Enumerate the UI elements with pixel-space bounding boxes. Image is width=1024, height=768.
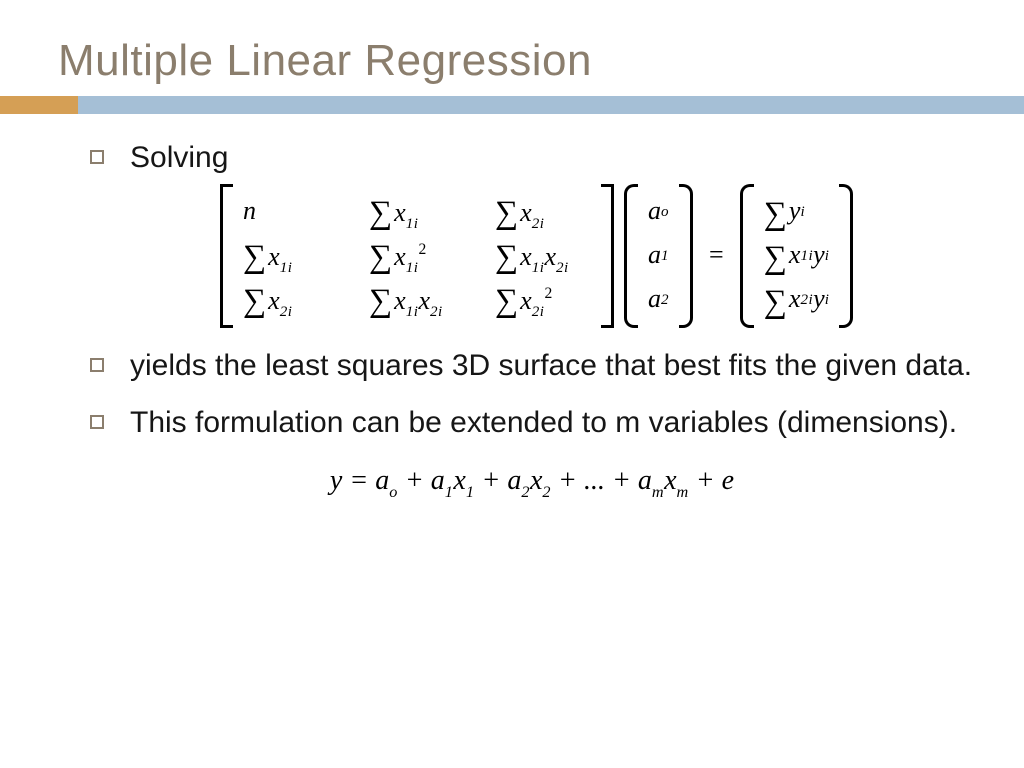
rule-accent-orange (0, 96, 78, 114)
right-curly-brace-icon (839, 184, 853, 328)
a1: a1 (648, 234, 669, 278)
equals-sign: = (709, 238, 724, 272)
A21: ∑x1i (243, 234, 339, 278)
bullet-text: yields the least squares 3D surface that… (130, 349, 972, 382)
b2: ∑x1iyi (764, 234, 830, 278)
A23: ∑x1ix2i (495, 234, 591, 278)
vector-a-content: ao a1 a2 (638, 184, 679, 328)
title-rule (0, 96, 1024, 114)
slide: Multiple Linear Regression Solving n ∑x1… (0, 0, 1024, 768)
right-square-bracket-icon (601, 184, 614, 328)
A33: ∑x2i2 (495, 278, 591, 322)
A12: ∑x1i (369, 190, 465, 234)
left-square-bracket-icon (220, 184, 233, 328)
bullet-text: Solving (130, 141, 228, 174)
A31: ∑x2i (243, 278, 339, 322)
A13: ∑x2i (495, 190, 591, 234)
normal-equations-formula: n ∑x1i ∑x2i ∑x1i ∑x1i2 ∑x1ix2i ∑x2i (220, 184, 974, 328)
bullet-list: Solving n ∑x1i ∑x2i ∑x1 (90, 138, 974, 443)
bullet-yields: yields the least squares 3D surface that… (90, 346, 974, 386)
A32: ∑x1ix2i (369, 278, 465, 322)
vector-b-content: ∑yi ∑x1iyi ∑x2iyi (754, 184, 840, 328)
A22: ∑x1i2 (369, 234, 465, 278)
matrix-content: n ∑x1i ∑x2i ∑x1i ∑x1i2 ∑x1ix2i ∑x2i (233, 184, 601, 328)
a0: ao (648, 190, 669, 234)
slide-title: Multiple Linear Regression (0, 0, 1024, 96)
slide-body: Solving n ∑x1i ∑x2i ∑x1 (0, 114, 1024, 502)
vector-b: ∑yi ∑x1iyi ∑x2iyi (740, 184, 854, 328)
b3: ∑x2iyi (764, 278, 830, 322)
bullet-extended: This formulation can be extended to m va… (90, 403, 974, 443)
bullet-text: This formulation can be extended to m va… (130, 406, 957, 439)
b1: ∑yi (764, 190, 830, 234)
left-curly-brace-icon (740, 184, 754, 328)
a2: a2 (648, 278, 669, 322)
matrix-A: n ∑x1i ∑x2i ∑x1i ∑x1i2 ∑x1ix2i ∑x2i (220, 184, 614, 328)
rule-accent-blue (78, 96, 1024, 114)
right-curly-brace-icon (679, 184, 693, 328)
A11: n (243, 194, 339, 228)
left-curly-brace-icon (624, 184, 638, 328)
bullet-solving: Solving n ∑x1i ∑x2i ∑x1 (90, 138, 974, 328)
regression-model-formula: y = ao + a1x1 + a2x2 + ... + amxm + e (90, 463, 974, 502)
vector-a: ao a1 a2 (624, 184, 693, 328)
